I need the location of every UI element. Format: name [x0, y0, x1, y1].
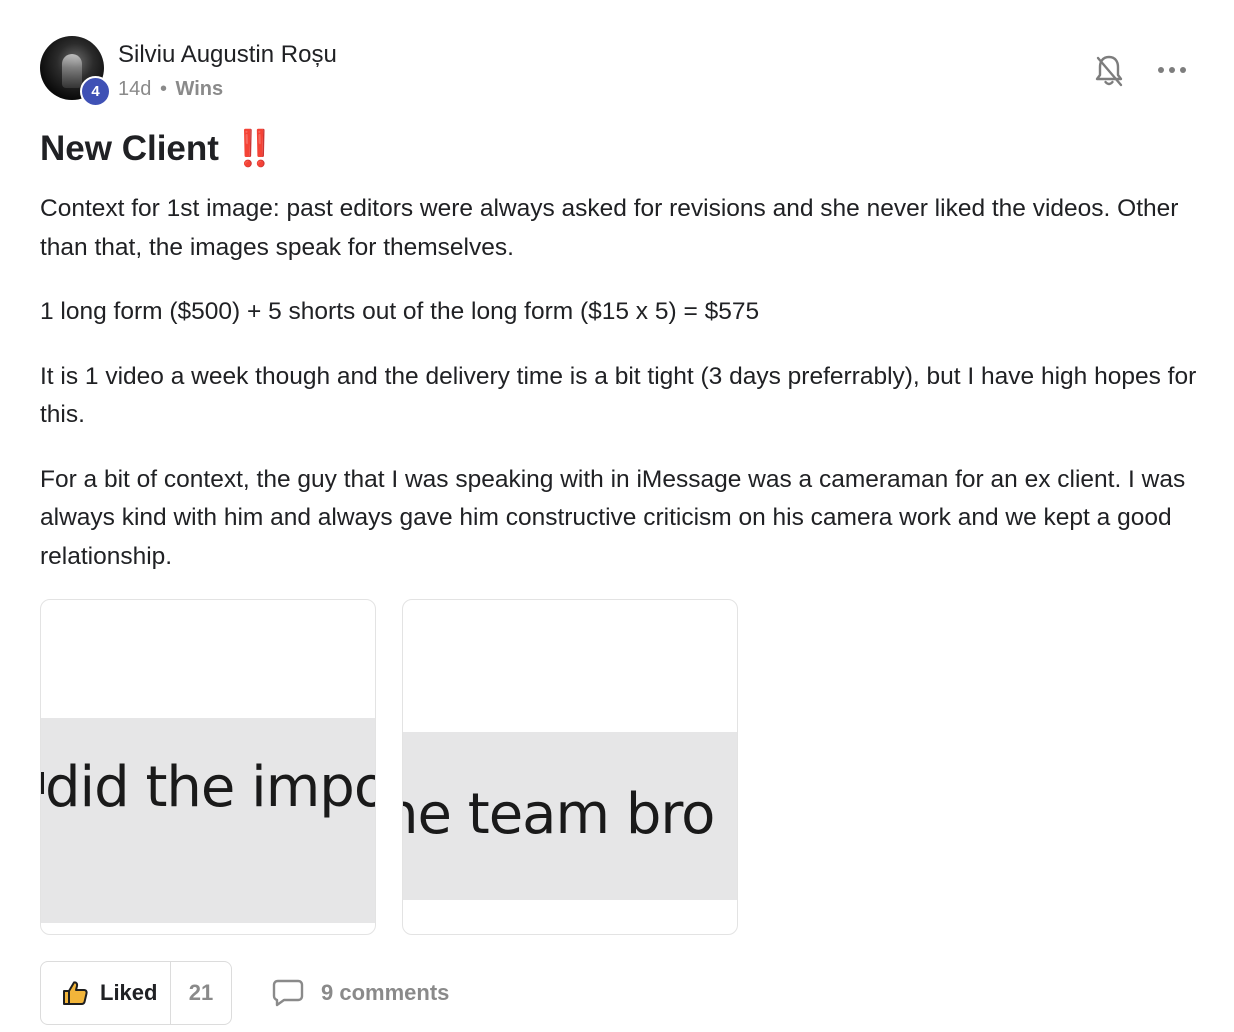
double-exclamation-icon: ‼️	[232, 129, 277, 168]
image-text-snippet: ne team bro	[402, 782, 715, 847]
like-label: Liked	[100, 980, 158, 1005]
post-card: 4 Silviu Augustin Roșu 14d • Wins New Cl…	[0, 0, 1234, 1032]
post-image-1[interactable]: did the impos	[40, 599, 376, 935]
comments-label: 9 comments	[321, 980, 450, 1005]
image-message-band	[41, 718, 375, 923]
like-button[interactable]: Liked 21	[40, 961, 232, 1025]
meta-separator: •	[159, 78, 167, 100]
bell-off-icon	[1095, 55, 1123, 87]
like-toggle[interactable]: Liked	[41, 962, 171, 1024]
more-horizontal-icon	[1158, 67, 1186, 73]
post-paragraph: Context for 1st image: past editors were…	[40, 195, 1179, 261]
image-text-snippet: did the impos	[45, 755, 375, 820]
post-title: New Client ‼️	[40, 128, 277, 169]
author-avatar-group[interactable]: 4	[40, 36, 111, 107]
post-paragraph: It is 1 video a week though and the deli…	[40, 362, 1197, 429]
post-category[interactable]: Wins	[176, 78, 224, 100]
author-name[interactable]: Silviu Augustin Roșu	[118, 41, 337, 69]
comments-button[interactable]: 9 comments	[272, 978, 449, 1008]
post-meta: 14d • Wins	[118, 78, 223, 101]
post-age[interactable]: 14d	[118, 78, 151, 100]
post-title-text: New Client	[40, 129, 219, 168]
image-cropped-glyph	[41, 772, 44, 794]
post-image-2[interactable]: ne team bro	[402, 599, 738, 935]
more-options-button[interactable]	[1155, 58, 1189, 82]
post-paragraph: 1 long form ($500) + 5 shorts out of the…	[40, 298, 760, 325]
thumbs-up-icon	[63, 981, 88, 1005]
avatar-photo	[62, 54, 82, 88]
post-paragraph: For a bit of context, the guy that I was…	[40, 465, 1186, 570]
post-body: Context for 1st image: past editors were…	[40, 190, 1210, 602]
level-badge: 4	[80, 76, 111, 107]
notifications-button[interactable]	[1092, 53, 1126, 89]
comment-icon	[272, 979, 304, 1007]
like-count[interactable]: 21	[171, 962, 231, 1024]
